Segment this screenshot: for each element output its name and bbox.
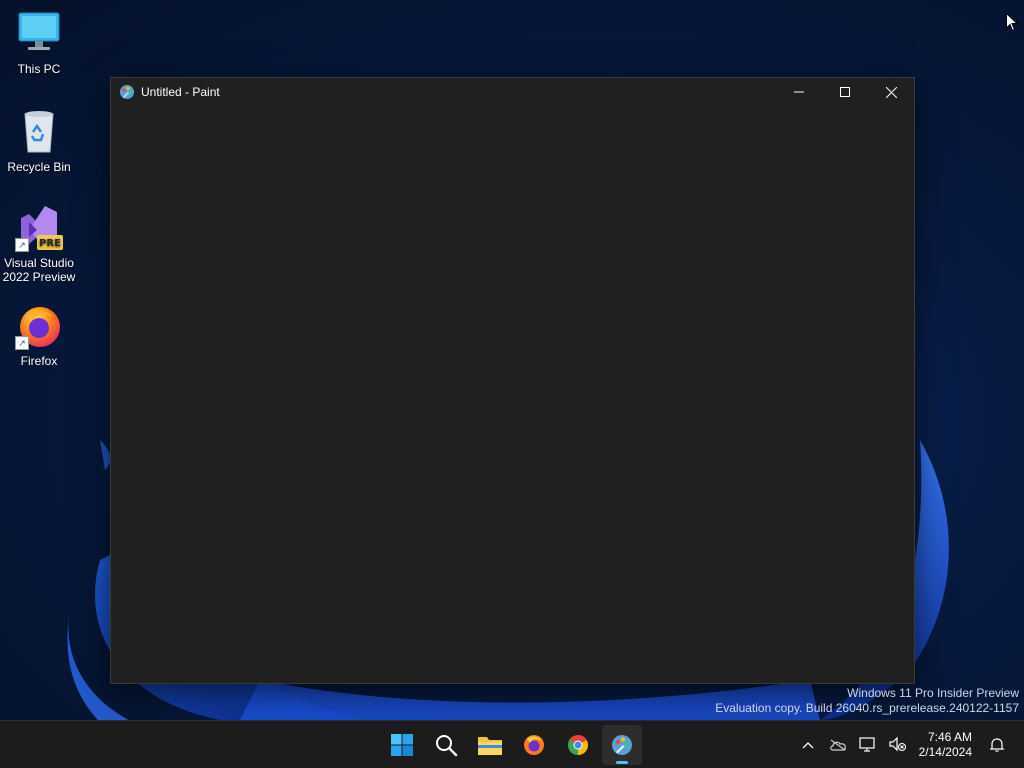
desktop-icon-recycle-bin[interactable]: Recycle Bin [0, 108, 78, 174]
firefox-taskbar-button[interactable] [514, 725, 554, 765]
bell-icon [989, 738, 1005, 752]
notifications-button[interactable] [982, 729, 1012, 761]
firefox-icon [524, 735, 544, 755]
paint-window[interactable]: Untitled - Paint [110, 77, 915, 684]
volume-muted-icon [889, 737, 906, 752]
taskbar-apps [380, 721, 644, 768]
chrome-taskbar-button[interactable] [558, 725, 598, 765]
onedrive-button[interactable] [823, 729, 853, 761]
file-explorer-icon [478, 737, 502, 755]
visual-studio-icon: PRE ↗ [15, 204, 63, 252]
volume-button[interactable] [883, 729, 913, 761]
desktop-icon-label: Recycle Bin [7, 160, 71, 174]
paint-app-icon [120, 85, 134, 99]
minimize-button[interactable] [776, 78, 822, 106]
desktop-icon-label: This PC [17, 62, 61, 76]
clock-time: 7:46 AM [927, 730, 972, 744]
start-icon [391, 734, 413, 756]
chevron-up-icon [802, 742, 814, 749]
window-title: Untitled - Paint [141, 85, 220, 99]
minimize-icon [794, 91, 804, 93]
title-bar[interactable]: Untitled - Paint [111, 78, 914, 106]
mouse-cursor-icon [1006, 13, 1018, 32]
paint-taskbar-button[interactable] [602, 725, 642, 765]
chrome-icon [568, 735, 588, 755]
os-watermark: Windows 11 Pro Insider Preview Evaluatio… [715, 686, 1019, 716]
onedrive-icon [829, 739, 846, 751]
network-button[interactable] [853, 729, 883, 761]
shortcut-arrow-icon: ↗ [15, 336, 29, 350]
file-explorer-button[interactable] [470, 725, 510, 765]
maximize-button[interactable] [822, 78, 868, 106]
window-content-area [111, 106, 914, 682]
clock-date: 2/14/2024 [918, 745, 972, 759]
shortcut-arrow-icon: ↗ [15, 238, 29, 252]
system-tray: 7:46 AM 2/14/2024 [793, 721, 1024, 768]
desktop-icon-visual-studio[interactable]: PRE ↗ Visual Studio 2022 Preview [0, 204, 78, 284]
watermark-line-2: Evaluation copy. Build 26040.rs_prerelea… [715, 701, 1019, 715]
desktop-icon-label: Firefox [20, 354, 58, 368]
desktop-icon-this-pc[interactable]: This PC [0, 10, 78, 76]
recycle-bin-icon [15, 108, 63, 156]
start-button[interactable] [382, 725, 422, 765]
search-icon [436, 735, 458, 757]
firefox-icon: ↗ [15, 302, 63, 350]
network-icon [859, 737, 875, 752]
search-button[interactable] [426, 725, 466, 765]
desktop-icon-firefox[interactable]: ↗ Firefox [0, 302, 78, 368]
paint-icon [612, 735, 632, 755]
desktop-icon-label: Visual Studio 2022 Preview [2, 256, 76, 284]
monitor-icon [15, 10, 63, 58]
show-hidden-icons-button[interactable] [793, 729, 823, 761]
desktop: This PC Recycle Bin PRE ↗ Visual Studio … [0, 0, 1024, 768]
watermark-line-1: Windows 11 Pro Insider Preview [847, 686, 1019, 700]
preview-badge: PRE [39, 238, 61, 249]
clock[interactable]: 7:46 AM 2/14/2024 [913, 730, 982, 760]
close-button[interactable] [868, 78, 914, 106]
close-icon [885, 86, 897, 98]
taskbar: 7:46 AM 2/14/2024 [0, 720, 1024, 768]
maximize-icon [840, 87, 850, 97]
